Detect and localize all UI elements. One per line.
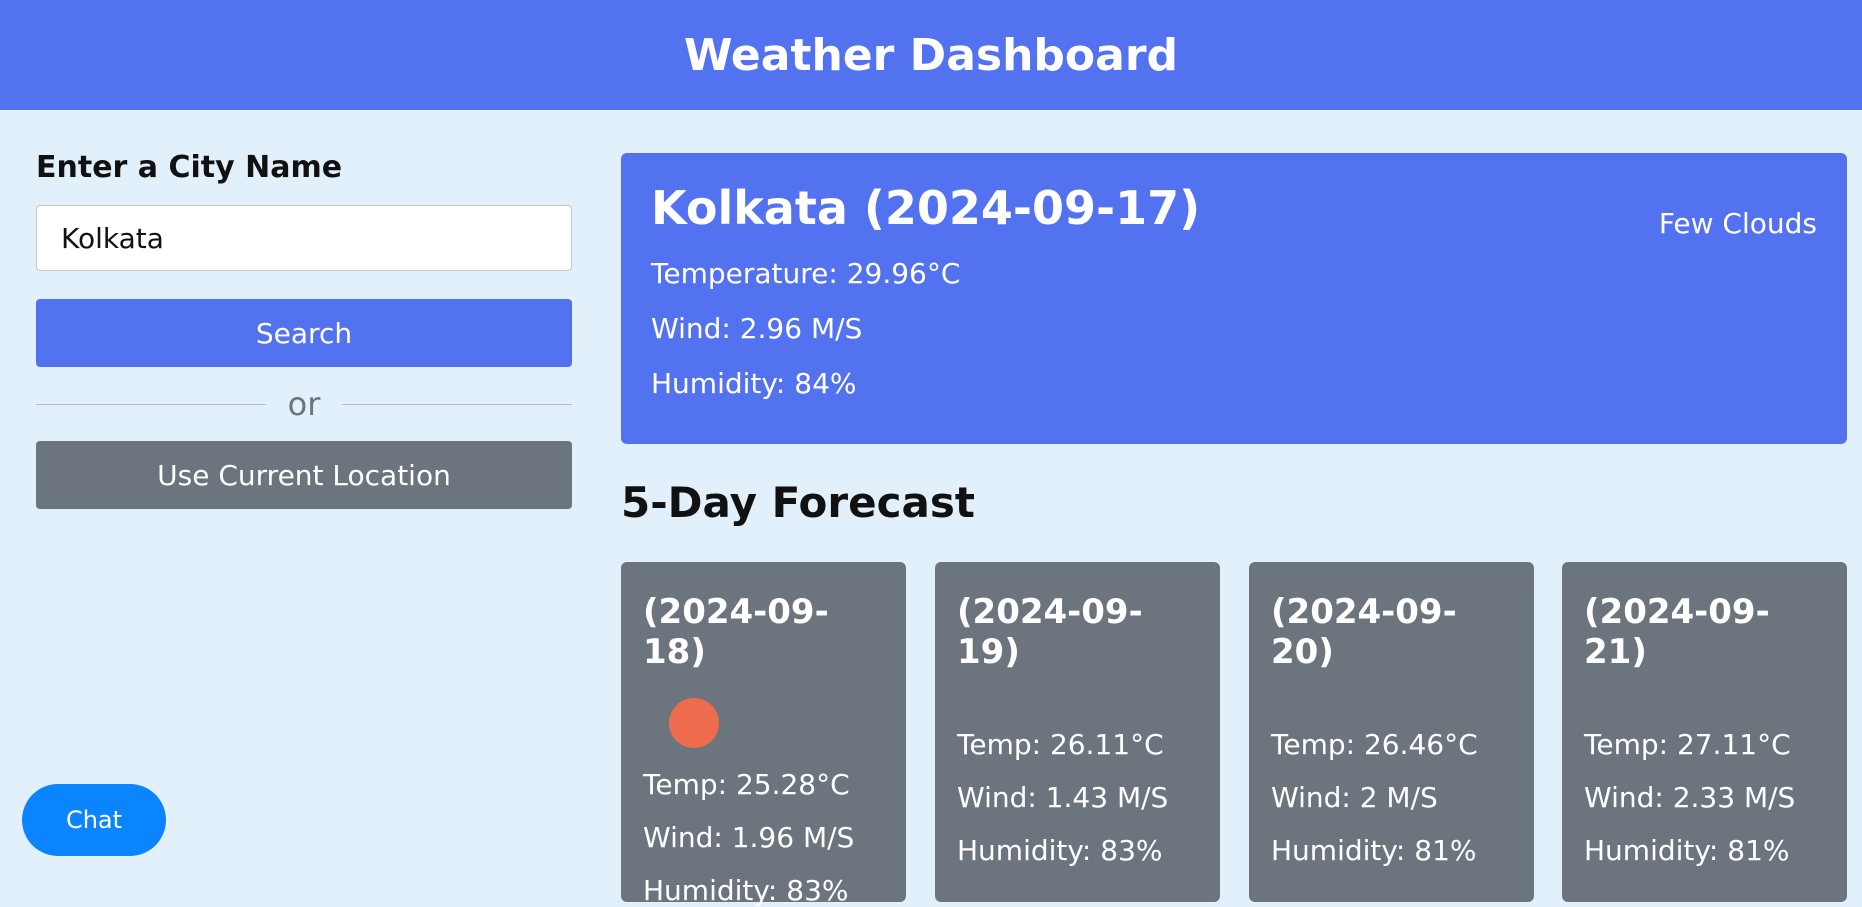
forecast-date: (2024-09-21) xyxy=(1584,592,1770,672)
forecast-wind: Wind: 1.43 M/S xyxy=(957,781,1169,814)
forecast-humidity: Humidity: 83% xyxy=(643,874,849,907)
forecast-humidity: Humidity: 83% xyxy=(957,834,1163,867)
forecast-card: (2024-09-21) Temp: 27.11°C Wind: 2.33 M/… xyxy=(1562,562,1847,902)
current-weather-card: Kolkata (2024-09-17) Temperature: 29.96°… xyxy=(621,153,1847,444)
forecast-card: (2024-09-18) Temp: 25.28°C Wind: 1.96 M/… xyxy=(621,562,906,907)
forecast-card: (2024-09-20) Temp: 26.46°C Wind: 2 M/S H… xyxy=(1249,562,1534,902)
search-panel: Enter a City Name Search or Use Current … xyxy=(36,150,573,509)
separator-line-right xyxy=(342,403,573,405)
sun-icon xyxy=(669,698,719,748)
forecast-card: (2024-09-19) Temp: 26.11°C Wind: 1.43 M/… xyxy=(935,562,1220,902)
weather-description: Few Clouds xyxy=(1658,207,1817,240)
separator-line-left xyxy=(36,403,266,405)
forecast-wind: Wind: 1.96 M/S xyxy=(643,821,855,854)
forecast-temp: Temp: 26.11°C xyxy=(957,728,1164,761)
forecast-temp: Temp: 25.28°C xyxy=(643,768,850,801)
forecast-humidity: Humidity: 81% xyxy=(1271,834,1477,867)
forecast-wind: Wind: 2 M/S xyxy=(1271,781,1438,814)
forecast-wind: Wind: 2.33 M/S xyxy=(1584,781,1796,814)
current-temperature: Temperature: 29.96°C xyxy=(651,257,961,290)
forecast-date: (2024-09-19) xyxy=(957,592,1143,672)
forecast-temp: Temp: 27.11°C xyxy=(1584,728,1791,761)
separator-text: or xyxy=(287,385,321,423)
search-button[interactable]: Search xyxy=(36,299,572,367)
forecast-temp: Temp: 26.46°C xyxy=(1271,728,1478,761)
city-input[interactable] xyxy=(36,205,572,271)
or-separator: or xyxy=(36,367,573,441)
current-humidity: Humidity: 84% xyxy=(651,367,857,400)
forecast-humidity: Humidity: 81% xyxy=(1584,834,1790,867)
page-title: Weather Dashboard xyxy=(683,29,1179,81)
forecast-date: (2024-09-18) xyxy=(643,592,829,672)
use-current-location-button[interactable]: Use Current Location xyxy=(36,441,572,509)
city-input-label: Enter a City Name xyxy=(36,150,343,185)
current-wind: Wind: 2.96 M/S xyxy=(651,312,863,345)
forecast-date: (2024-09-20) xyxy=(1271,592,1457,672)
app-header: Weather Dashboard xyxy=(0,0,1862,110)
forecast-title: 5-Day Forecast xyxy=(621,478,975,527)
chat-button[interactable]: Chat xyxy=(22,784,166,856)
current-weather-title: Kolkata (2024-09-17) xyxy=(651,181,1201,235)
